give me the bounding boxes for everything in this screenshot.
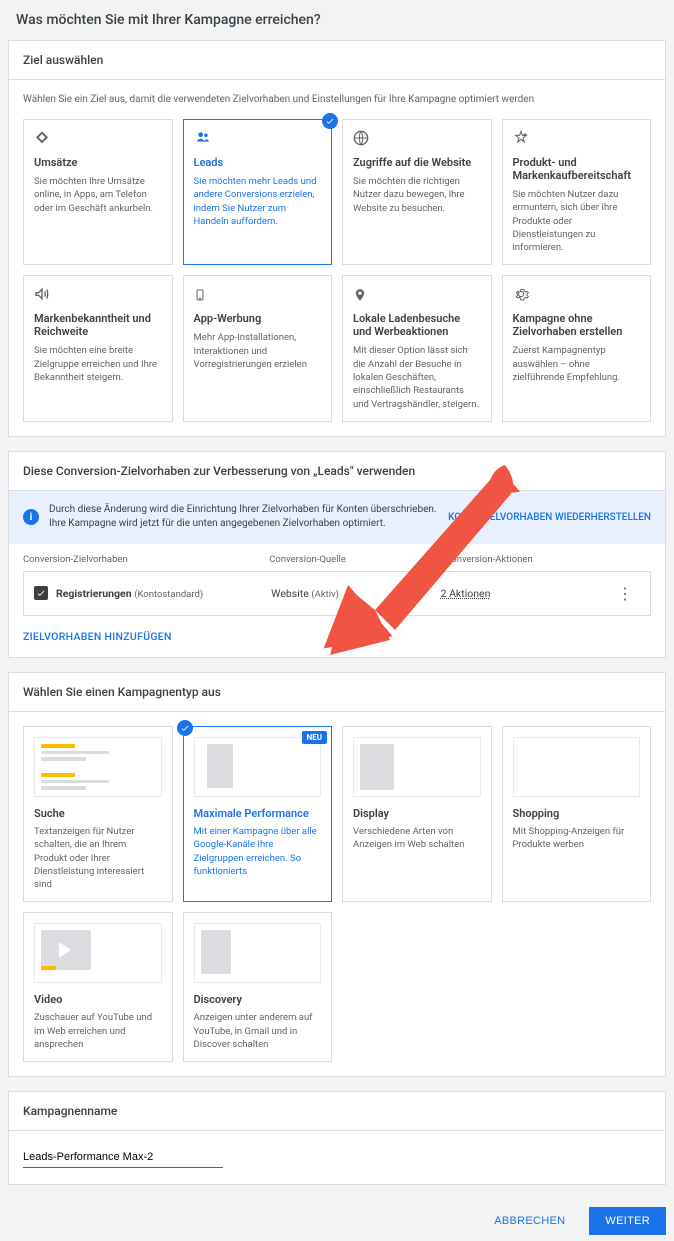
type-title: Video [34,993,162,1006]
info-bar: i Durch diese Änderung wird die Einricht… [9,491,665,544]
goal-desc: Zuerst Kampagnentyp auswählen – ohne zie… [513,344,641,384]
type-desc: Mit Shopping-Anzeigen für Produkte werbe… [513,825,641,852]
goal-title: Lokale Ladenbesuche und Werbeaktionen [353,312,481,338]
type-thumb [194,737,322,797]
conversion-panel-header: Diese Conversion-Zielvorhaben zur Verbes… [9,452,665,491]
selected-check-icon [322,113,338,129]
type-card-maximale-performance[interactable]: NEU Maximale Performance Mit einer Kampa… [183,726,333,902]
type-thumb [513,737,641,797]
page-title: Was möchten Sie mit Ihrer Kampagne errei… [0,0,674,40]
type-panel: Wählen Sie einen Kampagnentyp aus Suche … [8,672,666,1077]
goal-icon [194,130,322,148]
type-title: Shopping [513,807,641,820]
conv-col-1: Conversion-Zielvorhaben [23,554,269,565]
type-desc: Mit einer Kampagne über alle Google-Kanä… [194,825,322,878]
type-panel-header: Wählen Sie einen Kampagnentyp aus [9,673,665,712]
goal-title: Umsätze [34,156,162,169]
cancel-button[interactable]: ABBRECHEN [480,1207,579,1235]
goal-desc: Sie möchten mehr Leads und andere Conver… [194,175,322,228]
goal-desc: Sie möchten Ihre Umsätze online, in Apps… [34,175,162,215]
conv-row-sub: (Kontostandard) [134,589,203,600]
goal-title: Zugriffe auf die Website [353,156,481,169]
goal-card-leads[interactable]: Leads Sie möchten mehr Leads und andere … [183,119,333,265]
goal-icon [353,130,481,148]
conv-row-actions[interactable]: 2 Aktionen [441,587,610,600]
goal-desc: Mit dieser Option lässt sich die Anzahl … [353,344,481,410]
goal-panel: Ziel auswählen Wählen Sie ein Ziel aus, … [8,40,666,437]
how-it-works-link[interactable]: So funktionierts [194,853,302,877]
type-desc: Textanzeigen für Nutzer schalten, die an… [34,825,162,891]
goal-card-app-werbung[interactable]: App-Werbung Mehr App-Installationen, Int… [183,275,333,421]
name-panel-header: Kampagnenname [9,1092,665,1131]
goal-title: Markenbekanntheit und Reichweite [34,312,162,338]
conv-row-source: Website [271,587,309,600]
type-card-video[interactable]: Video Zuschauer auf YouTube und im Web e… [23,912,173,1062]
conv-col-2: Conversion-Quelle [269,554,445,565]
more-menu-icon[interactable]: ⋮ [610,584,640,603]
next-button[interactable]: WEITER [589,1207,666,1235]
type-desc: Verschiedene Arten von Anzeigen im Web s… [353,825,481,852]
selected-check-icon [177,720,193,736]
type-desc: Zuschauer auf YouTube und im Web erreich… [34,1011,162,1051]
type-thumb [34,923,162,983]
goal-icon [194,286,322,304]
goal-title: Kampagne ohne Zielvorhaben erstellen [513,312,641,338]
conversion-panel: Diese Conversion-Zielvorhaben zur Verbes… [8,451,666,658]
name-panel: Kampagnenname [8,1091,666,1185]
goal-icon [513,130,641,148]
goal-card-kampagne-ohne-zielvorhaben-erstellen[interactable]: Kampagne ohne Zielvorhaben erstellen Zue… [502,275,652,421]
add-goal-link[interactable]: ZIELVORHABEN HINZUFÜGEN [9,616,665,657]
type-title: Suche [34,807,162,820]
goal-card-markenbekanntheit-und-reichweite[interactable]: Markenbekanntheit und Reichweite Sie möc… [23,275,173,421]
info-icon: i [23,509,39,525]
footer: ABBRECHEN WEITER [0,1199,674,1241]
goal-icon [353,286,481,304]
type-title: Discovery [194,993,322,1006]
checkbox-icon[interactable] [34,586,48,600]
type-thumb [353,737,481,797]
type-title: Maximale Performance [194,807,322,820]
type-desc: Anzeigen unter anderem auf YouTube, in G… [194,1011,322,1051]
goal-card-produkt-und-markenkaufbereitschaft[interactable]: Produkt- und Markenkaufbereitschaft Sie … [502,119,652,265]
type-card-display[interactable]: Display Verschiedene Arten von Anzeigen … [342,726,492,902]
goal-card-lokale-ladenbesuche-und-werbeaktionen[interactable]: Lokale Ladenbesuche und Werbeaktionen Mi… [342,275,492,421]
neu-badge: NEU [302,731,327,744]
type-thumb [34,737,162,797]
goal-subtext: Wählen Sie ein Ziel aus, damit die verwe… [23,94,651,105]
goal-panel-header: Ziel auswählen [9,41,665,80]
conv-col-3: Conversion-Aktionen [445,554,621,565]
goal-icon [34,130,162,148]
type-card-discovery[interactable]: Discovery Anzeigen unter anderem auf You… [183,912,333,1062]
goal-title: App-Werbung [194,312,322,325]
conv-table-header: Conversion-Zielvorhaben Conversion-Quell… [9,544,665,571]
goal-title: Produkt- und Markenkaufbereitschaft [513,156,641,182]
type-card-shopping[interactable]: Shopping Mit Shopping-Anzeigen für Produ… [502,726,652,902]
type-title: Display [353,807,481,820]
type-card-suche[interactable]: Suche Textanzeigen für Nutzer schalten, … [23,726,173,902]
conv-row-source-sub: (Aktiv) [311,589,339,600]
goal-desc: Sie möchten eine breite Zielgruppe errei… [34,344,162,384]
goal-desc: Mehr App-Installationen, Interaktionen u… [194,331,322,371]
goal-desc: Sie möchten die richtigen Nutzer dazu be… [353,175,481,215]
campaign-name-input[interactable] [23,1147,223,1168]
goal-card-zugriffe-auf-die-website[interactable]: Zugriffe auf die Website Sie möchten die… [342,119,492,265]
conv-row: Registrierungen (Kontostandard) Website … [24,572,650,615]
conv-row-name: Registrierungen [56,587,132,600]
info-text: Durch diese Änderung wird die Einrichtun… [49,503,438,532]
goal-title: Leads [194,156,322,169]
goal-icon [34,286,162,304]
goal-icon [513,286,641,304]
type-thumb [194,923,322,983]
goal-desc: Sie möchten Nutzer dazu ermuntern, sich … [513,188,641,254]
restore-link[interactable]: KONTOZIELVORHABEN WIEDERHERSTELLEN [448,512,651,523]
goal-card-ums-tze[interactable]: Umsätze Sie möchten Ihre Umsätze online,… [23,119,173,265]
